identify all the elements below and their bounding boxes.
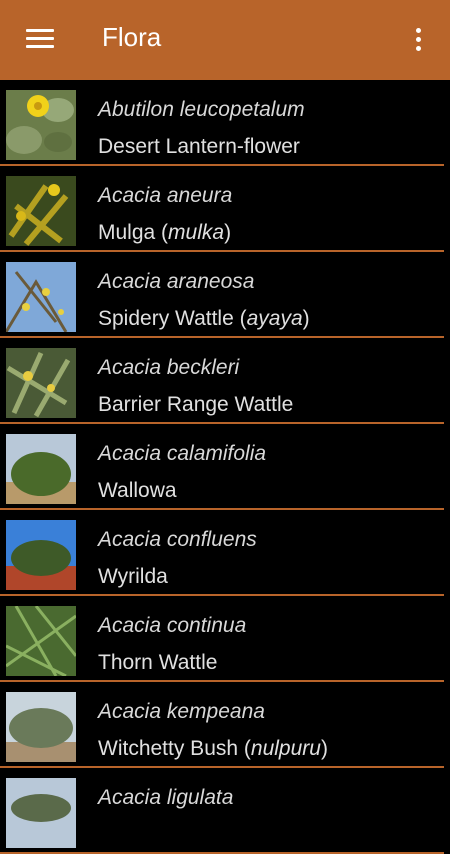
list-item[interactable]: Acacia beckleri Barrier Range Wattle (0, 338, 444, 424)
plant-thumbnail (6, 262, 76, 332)
list-item[interactable]: Acacia confluens Wyrilda (0, 510, 444, 596)
list-item[interactable]: Abutilon leucopetalum Desert Lantern-flo… (0, 80, 444, 166)
common-name: Desert Lantern-flower (98, 135, 300, 158)
plant-thumbnail (6, 90, 76, 160)
common-name: Thorn Wattle (98, 651, 218, 674)
app-bar: Flora (0, 0, 450, 80)
scientific-name: Acacia beckleri (98, 356, 240, 379)
common-name: Barrier Range Wattle (98, 393, 294, 416)
plant-thumbnail (6, 434, 76, 504)
plant-list: Abutilon leucopetalum Desert Lantern-flo… (0, 80, 450, 854)
list-item[interactable]: Acacia calamifolia Wallowa (0, 424, 444, 510)
common-name: Wallowa (98, 479, 177, 502)
scientific-name: Acacia kempeana (98, 700, 265, 723)
scientific-name: Acacia ligulata (98, 786, 234, 809)
plant-thumbnail (6, 176, 76, 246)
scientific-name: Acacia continua (98, 614, 247, 637)
menu-icon[interactable] (26, 29, 54, 51)
common-name: Mulga (mulka) (98, 221, 232, 244)
plant-thumbnail (6, 692, 76, 762)
plant-thumbnail (6, 778, 76, 848)
plant-thumbnail (6, 520, 76, 590)
common-name: Wyrilda (98, 565, 168, 588)
scientific-name: Acacia aneura (98, 184, 233, 207)
list-item[interactable]: Acacia aneura Mulga (mulka) (0, 166, 444, 252)
list-item[interactable]: Acacia ligulata (0, 768, 444, 854)
plant-thumbnail (6, 348, 76, 418)
scientific-name: Abutilon leucopetalum (98, 98, 305, 121)
list-item[interactable]: Acacia continua Thorn Wattle (0, 596, 444, 682)
list-item[interactable]: Acacia kempeana Witchetty Bush (nulpuru) (0, 682, 444, 768)
list-item[interactable]: Acacia araneosa Spidery Wattle (ayaya) (0, 252, 444, 338)
app-title: Flora (102, 22, 162, 52)
scientific-name: Acacia calamifolia (98, 442, 267, 465)
plant-thumbnail (6, 606, 76, 676)
common-name: Witchetty Bush (nulpuru) (98, 737, 328, 760)
scientific-name: Acacia araneosa (98, 270, 255, 293)
more-options-icon[interactable] (410, 28, 426, 54)
scientific-name: Acacia confluens (98, 528, 257, 551)
common-name: Spidery Wattle (ayaya) (98, 307, 310, 330)
